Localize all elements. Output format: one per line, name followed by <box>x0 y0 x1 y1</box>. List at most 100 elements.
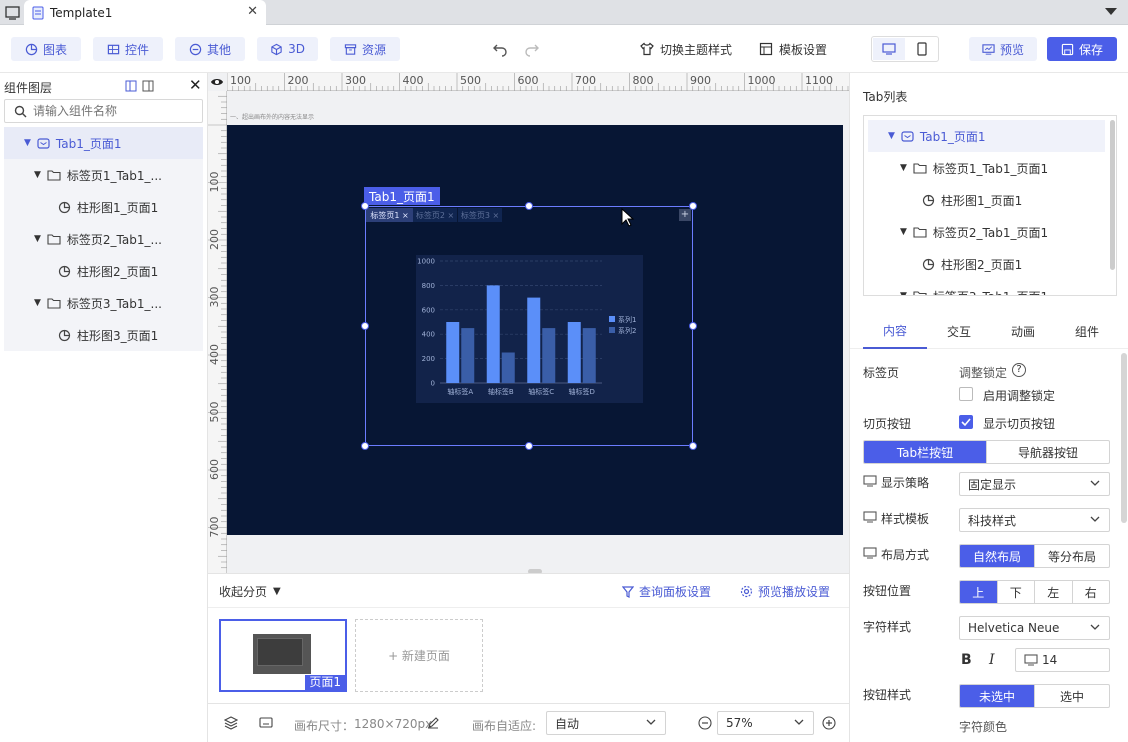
layers-icon[interactable] <box>224 716 238 730</box>
other-button[interactable]: 其他 <box>175 37 245 61</box>
tab-component-icon <box>37 137 50 149</box>
property-scrollbar[interactable] <box>1121 353 1127 523</box>
gear-icon <box>740 585 753 598</box>
browser-tab[interactable]: Template1 ✕ <box>24 0 266 25</box>
adapt-select[interactable]: 自动 <box>546 711 666 735</box>
layout-natural-button[interactable]: 自然布局 <box>960 545 1034 567</box>
tab-component[interactable]: 组件 <box>1055 313 1119 349</box>
tree-item-chart1[interactable]: 柱形图1_页面1 <box>922 184 1022 216</box>
chart-bar[interactable] <box>542 328 556 383</box>
seg-tabbar-button[interactable]: Tab栏按钮 <box>864 441 986 463</box>
collapse-pages-button[interactable]: 收起分页 ▼ <box>219 583 281 600</box>
pie-chart-icon <box>922 194 935 206</box>
tab-interaction[interactable]: 交互 <box>927 313 991 349</box>
tab-page-label: 标签页 <box>863 366 900 380</box>
layout-equal-button[interactable]: 等分布局 <box>1034 545 1109 567</box>
display-strategy-select[interactable]: 固定显示 <box>959 472 1110 496</box>
layer-search <box>4 99 203 123</box>
tree-scrollbar[interactable] <box>1110 120 1115 270</box>
zoom-select[interactable]: 57% <box>717 711 814 735</box>
bar-chart[interactable]: 1000 800 600 400 200 0 轴标签A 轴标签B 轴标签C 轴标签D 系列1 系列2 <box>416 255 643 403</box>
chart-bar[interactable] <box>582 328 596 383</box>
italic-button[interactable]: I <box>989 652 995 668</box>
preview-button[interactable]: 预览 <box>969 37 1037 61</box>
chart-bar[interactable] <box>501 352 515 384</box>
widget-button[interactable]: 控件 <box>93 37 163 61</box>
chart-bar[interactable] <box>486 285 500 383</box>
tree-label: 柱形图2_页面1 <box>941 257 1023 272</box>
bold-button[interactable]: B <box>961 652 972 668</box>
unselected-state-button[interactable]: 未选中 <box>960 685 1034 707</box>
switch-theme-button[interactable]: 切换主题样式 <box>640 37 732 61</box>
position-right-button[interactable]: 右 <box>1071 581 1110 603</box>
resource-button[interactable]: 资源 <box>330 37 400 61</box>
layer-item-chart1[interactable]: 柱形图1_页面1 <box>4 191 158 223</box>
position-top-button[interactable]: 上 <box>960 581 997 603</box>
layer-item-tabpage2[interactable]: ▼ 标签页2_Tab1_... <box>4 223 162 255</box>
widget-tab-2[interactable]: 标签页2 × <box>413 208 457 222</box>
layer-search-input[interactable] <box>33 103 198 119</box>
layer-item-chart3[interactable]: 柱形图3_页面1 <box>4 319 158 351</box>
menu-icon[interactable] <box>1104 6 1118 18</box>
desktop-mode-button[interactable] <box>873 38 905 60</box>
chevron-down-icon <box>1090 516 1100 522</box>
tab-animation[interactable]: 动画 <box>991 313 1055 349</box>
chart-x-tick-label: 轴标签D <box>569 387 595 396</box>
save-label: 保存 <box>1078 42 1103 57</box>
redo-icon[interactable] <box>524 41 540 57</box>
show-page-button-checkbox[interactable] <box>959 415 973 429</box>
layer-label: Tab1_页面1 <box>55 136 122 151</box>
tree-item-tabpage1[interactable]: ▼ 标签页1_Tab1_页面1 <box>900 152 1048 184</box>
selected-state-button[interactable]: 选中 <box>1034 685 1109 707</box>
query-panel-settings[interactable]: 查询面板设置 <box>622 583 711 600</box>
chart-bar[interactable] <box>527 297 541 383</box>
tree-item-tabpage3[interactable]: ▼ 标签页3_Tab1_页面1 <box>900 280 1048 295</box>
eye-icon[interactable] <box>210 76 224 88</box>
zoom-in-icon[interactable] <box>822 716 836 730</box>
chart-bar[interactable] <box>446 322 460 383</box>
mobile-mode-button[interactable] <box>906 38 938 60</box>
help-icon[interactable]: ? <box>1012 363 1026 377</box>
style-template-select[interactable]: 科技样式 <box>959 508 1110 532</box>
tab-content[interactable]: 内容 <box>863 313 927 349</box>
more-circle-icon <box>189 43 202 55</box>
position-left-button[interactable]: 左 <box>1034 581 1072 603</box>
template-settings-button[interactable]: 模板设置 <box>759 37 827 61</box>
font-size-input[interactable]: 14 <box>1015 648 1110 672</box>
close-tab-icon[interactable]: ✕ <box>247 4 258 19</box>
save-button[interactable]: 保存 <box>1047 37 1117 61</box>
chart-bar[interactable] <box>567 322 581 383</box>
layer-item-tabpage1[interactable]: ▼ 标签页1_Tab1_... <box>4 159 162 191</box>
enable-lock-checkbox[interactable] <box>959 387 973 401</box>
preview-play-settings[interactable]: 预览播放设置 <box>740 583 830 600</box>
tree-item-chart2[interactable]: 柱形图2_页面1 <box>922 248 1022 280</box>
undo-icon[interactable] <box>492 41 508 57</box>
chart-button[interactable]: 图表 <box>11 37 81 61</box>
layer-item-chart2[interactable]: 柱形图2_页面1 <box>4 255 158 287</box>
widget-tab-1[interactable]: 标签页1 × <box>366 208 413 222</box>
chart-bar[interactable] <box>461 328 475 383</box>
position-bottom-button[interactable]: 下 <box>996 581 1035 603</box>
archive-icon <box>344 43 357 55</box>
layer-item-tabpage3[interactable]: ▼ 标签页3_Tab1_... <box>4 287 162 319</box>
layout-split-icon[interactable] <box>125 80 137 92</box>
new-page-button[interactable]: + 新建页面 <box>355 619 483 692</box>
font-family-select[interactable]: Helvetica Neue <box>959 616 1110 640</box>
close-panel-icon[interactable]: ✕ <box>189 76 202 94</box>
layer-item-tab1[interactable]: ▼ Tab1_页面1 <box>4 127 203 159</box>
collapse-pages-label: 收起分页 <box>219 585 268 599</box>
enable-lock-label: 启用调整锁定 <box>983 389 1056 403</box>
3d-button[interactable]: 3D <box>257 37 318 61</box>
widget-add-tab-button[interactable]: + <box>679 209 691 221</box>
edit-icon[interactable] <box>427 717 439 729</box>
folder-icon <box>913 163 927 174</box>
widget-tab-3[interactable]: 标签页3 × <box>458 208 502 222</box>
zoom-out-icon[interactable] <box>698 716 712 730</box>
folder-icon <box>47 234 61 245</box>
tree-item-tab1[interactable]: ▼ Tab1_页面1 <box>888 120 986 152</box>
keyboard-icon[interactable] <box>259 717 273 729</box>
layout-panel-icon[interactable] <box>142 80 154 92</box>
page-thumbnail-1[interactable]: 页面1 <box>219 619 347 692</box>
seg-nav-button[interactable]: 导航器按钮 <box>986 441 1109 463</box>
tree-item-tabpage2[interactable]: ▼ 标签页2_Tab1_页面1 <box>900 216 1048 248</box>
